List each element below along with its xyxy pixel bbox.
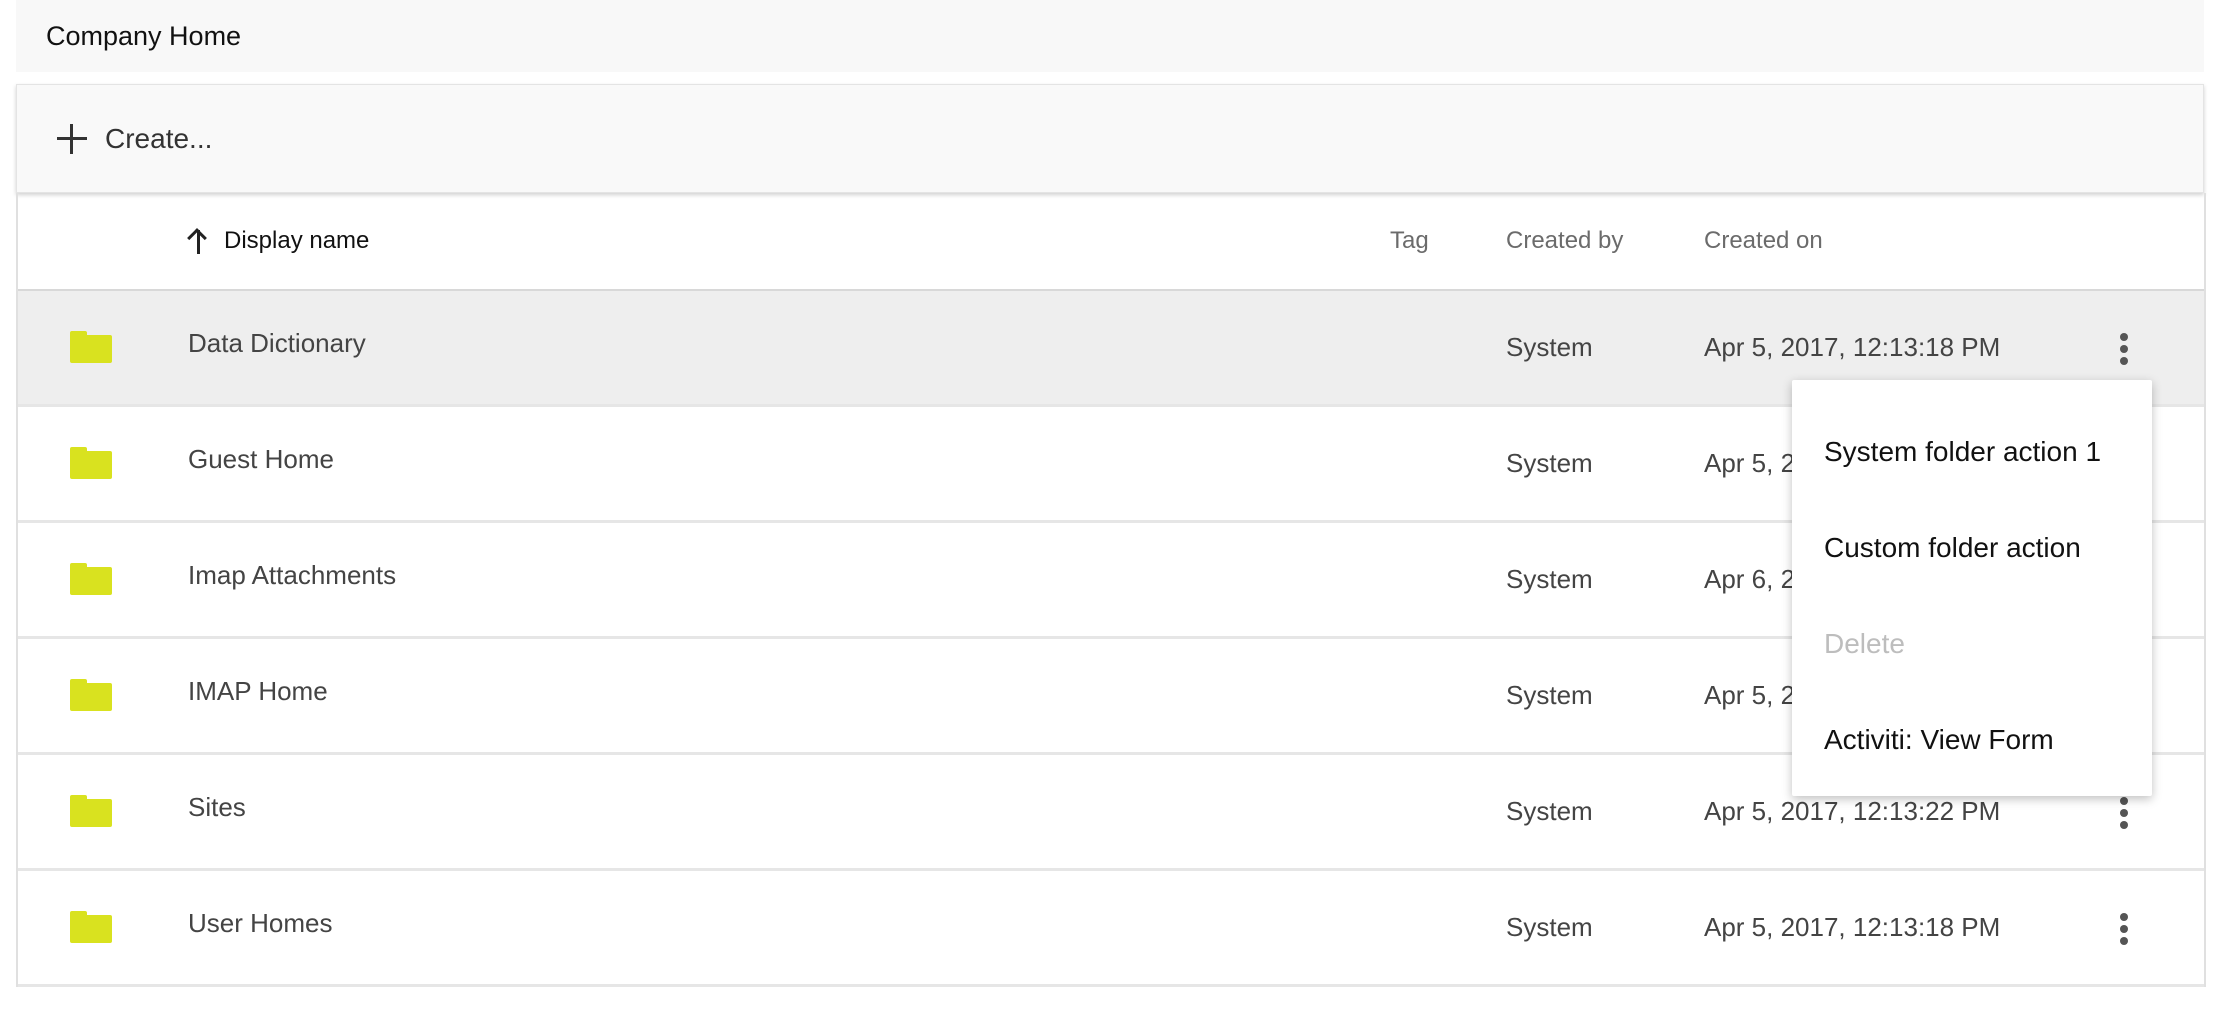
folder-icon [70, 447, 112, 479]
more-actions-icon[interactable] [2112, 795, 2136, 831]
plus-icon [57, 123, 87, 154]
row-name[interactable]: Sites [188, 751, 246, 864]
row-name[interactable]: IMAP Home [188, 635, 328, 748]
menu-item-view-form[interactable]: Activiti: View Form [1792, 692, 2152, 788]
folder-icon [70, 911, 112, 943]
breadcrumb: Company Home [16, 0, 2204, 72]
row-created-on: Apr 5, 2017, 12:13:18 PM [1704, 912, 2001, 942]
row-name[interactable]: Guest Home [188, 403, 334, 516]
row-created-on: Apr 6, 2 [1704, 564, 1796, 594]
row-name[interactable]: Data Dictionary [188, 287, 366, 400]
table-header: Display name Tag Created by Created on [18, 193, 2204, 291]
column-header-created-on[interactable]: Created on [1704, 193, 1823, 289]
row-created-by: System [1506, 912, 1593, 942]
folder-icon [70, 795, 112, 827]
column-header-created-by[interactable]: Created by [1506, 193, 1623, 289]
menu-item-delete: Delete [1824, 628, 1905, 659]
row-created-by: System [1506, 680, 1593, 710]
column-header-tag[interactable]: Tag [1390, 193, 1429, 289]
menu-item-custom-folder-action[interactable]: Custom folder action [1792, 500, 2152, 596]
row-created-on: Apr 5, 2 [1704, 448, 1796, 478]
row-created-on: Apr 5, 2 [1704, 680, 1796, 710]
folder-icon [70, 563, 112, 595]
column-header-display-name[interactable]: Display name [188, 193, 369, 289]
row-name[interactable]: Imap Attachments [188, 519, 396, 632]
create-button[interactable]: Create... [57, 123, 212, 155]
folder-icon [70, 679, 112, 711]
create-button-label: Create... [105, 122, 213, 154]
toolbar: Create... [16, 84, 2204, 193]
breadcrumb-current[interactable]: Company Home [46, 21, 241, 52]
folder-icon [70, 331, 112, 363]
context-menu: System folder action 1 Custom folder act… [1792, 380, 2152, 796]
menu-item-system-folder-action[interactable]: System folder action 1 [1792, 404, 2152, 500]
row-created-by: System [1506, 796, 1593, 826]
more-actions-icon[interactable] [2112, 331, 2136, 367]
more-actions-icon[interactable] [2112, 911, 2136, 947]
arrow-up-icon [188, 228, 208, 254]
row-name[interactable]: User Homes [188, 867, 332, 980]
row-created-by: System [1506, 332, 1593, 362]
table-row[interactable]: User Homes System Apr 5, 2017, 12:13:18 … [18, 871, 2204, 987]
row-created-by: System [1506, 448, 1593, 478]
row-created-by: System [1506, 564, 1593, 594]
